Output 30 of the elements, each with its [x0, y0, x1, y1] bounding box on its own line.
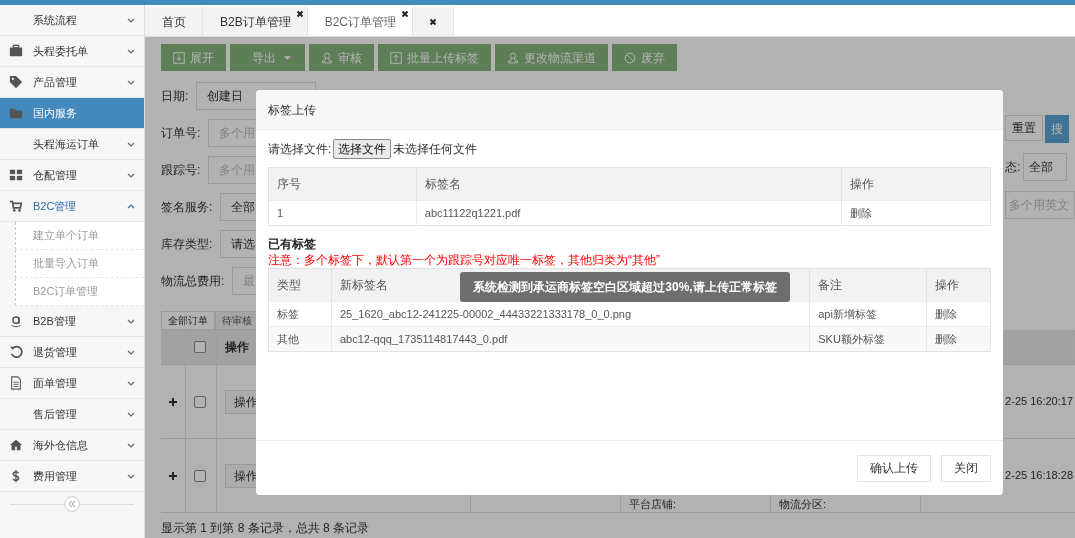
column-header: 操作 — [841, 167, 991, 201]
field-label: 物流分区: — [779, 496, 827, 512]
notice-text: 注意：多个标签下，默认第一个为跟踪号对应唯一标签，其他归类为“其他” — [268, 252, 661, 268]
table-cell: abc11122q1221.pdf — [416, 200, 842, 226]
table-cell: 1 — [268, 200, 417, 226]
toast-message: 系统检测到承运商标签空白区域超过30%,请上传正常标签 — [460, 272, 790, 302]
column-header: 类型 — [268, 268, 332, 302]
table-cell: 其他 — [268, 326, 332, 352]
table-cell: SKU额外标签 — [809, 326, 927, 352]
dialog-title: 标签上传 — [268, 101, 316, 119]
field-label: 签名服务: — [161, 198, 213, 216]
field-label: 订单号: — [161, 124, 201, 142]
column-header: 备注 — [809, 268, 927, 302]
field-label: 库存类型: — [161, 235, 213, 253]
column-header: 操作 — [926, 268, 991, 302]
field-label: 态: — [1005, 159, 1021, 176]
column-header: 标签名 — [416, 167, 842, 201]
table-cell-text: 2-25 16:20:17 — [1005, 394, 1073, 410]
field-label: 跟踪号: — [161, 161, 201, 179]
field-label: 请选择文件: — [268, 141, 332, 158]
field-label: 平台店铺: — [629, 496, 677, 512]
table-cell: abc12-qqq_1735114817443_0.pdf — [331, 326, 810, 352]
field-label: 日期: — [161, 87, 189, 105]
table-cell-text: 2-25 16:18:28 — [1005, 468, 1073, 484]
section-title: 已有标签 — [268, 236, 317, 252]
column-header: 序号 — [268, 167, 417, 201]
column-header: 操作 — [225, 339, 249, 356]
field-label: 物流总费用: — [161, 272, 225, 290]
file-status: 未选择任何文件 — [393, 141, 478, 158]
pagination-info: 显示第 1 到第 8 条记录，总共 8 条记录 — [161, 520, 371, 537]
